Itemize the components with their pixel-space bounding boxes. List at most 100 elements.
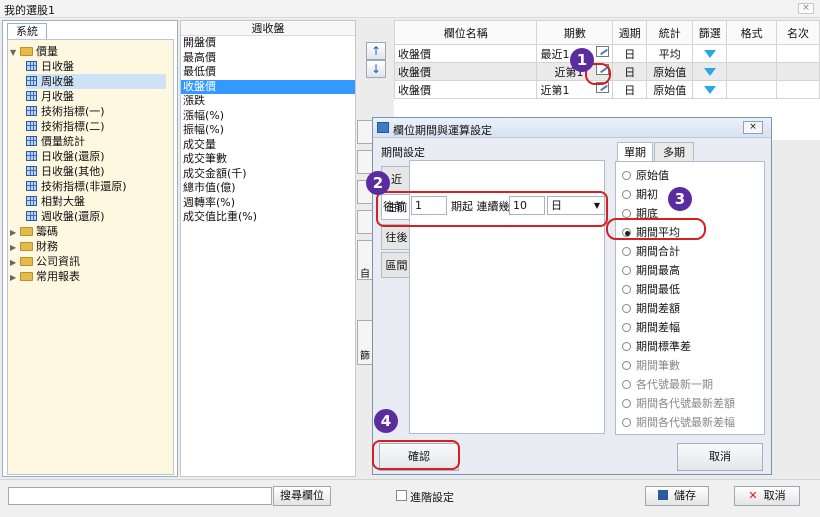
side-tab-filter[interactable]: 篩 [357, 320, 373, 365]
list-item[interactable]: 最低價 [181, 65, 355, 80]
tree-node[interactable]: ▶ 常用報表 [10, 269, 80, 284]
vtab-forward[interactable]: 往後 [381, 224, 411, 250]
header-filter[interactable]: 篩選 [692, 20, 728, 45]
header-period[interactable]: 期數 [536, 20, 614, 45]
tree-node[interactable]: 日收盤(還原) [26, 149, 166, 164]
header-format[interactable]: 格式 [726, 20, 778, 45]
list-item[interactable]: 最高價 [181, 51, 355, 66]
window-title: 我的選股1 [4, 4, 55, 17]
stat-option-radio[interactable]: 期間最高 [622, 263, 680, 278]
list-item[interactable]: 振幅(%) [181, 123, 355, 138]
tree-node[interactable]: 周收盤 [26, 74, 166, 89]
tree-node[interactable]: ▶ 公司資訊 [10, 254, 80, 269]
list-item[interactable]: 總市值(億) [181, 181, 355, 196]
tab-single-period[interactable]: 單期 [617, 142, 653, 162]
window-titlebar: 我的選股1 × [0, 0, 820, 18]
table-icon [26, 121, 37, 131]
header-rank[interactable]: 名次 [776, 20, 820, 45]
chevron-right-icon[interactable]: ▶ [10, 240, 20, 255]
table-row[interactable]: 收盤價 最近1 日 平均 [393, 44, 820, 63]
search-field-button[interactable]: 搜尋欄位 [273, 486, 331, 506]
tree-node[interactable]: 月收盤 [26, 89, 166, 104]
side-tab-blank-1[interactable] [357, 120, 373, 144]
stat-option-radio[interactable]: 原始值 [622, 168, 669, 183]
stat-option-radio[interactable]: 期間合計 [622, 244, 680, 259]
dialog-close-button[interactable]: × [743, 121, 763, 134]
annotation-badge-4: 4 [374, 409, 398, 433]
list-item[interactable]: 成交筆數 [181, 152, 355, 167]
tree-node[interactable]: 日收盤 [26, 59, 166, 74]
side-tab-blank-4[interactable] [357, 210, 373, 234]
header-cycle[interactable]: 週期 [612, 20, 648, 45]
tree-node[interactable]: ▶ 籌碼 [10, 224, 58, 239]
tree-node[interactable]: 週收盤(還原) [26, 209, 166, 224]
stat-option-radio[interactable]: 期間最低 [622, 282, 680, 297]
field-search-input[interactable] [8, 487, 272, 505]
list-item[interactable]: 週轉率(%) [181, 196, 355, 211]
tree-node[interactable]: 日收盤(其他) [26, 164, 166, 179]
header-stat[interactable]: 統計 [646, 20, 694, 45]
cancel-button[interactable]: 取消 [677, 443, 763, 471]
stat-option-radio[interactable]: 期間標準差 [622, 339, 691, 354]
category-tree-panel: 系統 ▼ 價量 日收盤 周收盤 月收盤 技術指標(一) 技術指標(二) 價量統計 日收盤(還原)… [2, 20, 178, 477]
list-item[interactable]: 成交值比重(%) [181, 210, 355, 225]
stat-option-radio[interactable]: 期初 [622, 187, 658, 202]
chevron-right-icon[interactable]: ▶ [10, 270, 20, 285]
chevron-down-icon[interactable]: ▼ [10, 45, 20, 60]
list-item[interactable]: 成交量 [181, 138, 355, 153]
window-close-button[interactable]: × [798, 3, 814, 14]
category-tree: ▼ 價量 日收盤 周收盤 月收盤 技術指標(一) 技術指標(二) 價量統計 日收盤(還原) 日收盤… [7, 39, 174, 475]
side-tab-blank-2[interactable] [357, 150, 373, 174]
side-tab-self[interactable]: 自 [357, 240, 373, 280]
tree-node[interactable]: ▶ 財務 [10, 239, 58, 254]
tree-node[interactable]: 相對大盤 [26, 194, 166, 209]
table-row[interactable]: 收盤價 近第1 日 原始值 [393, 80, 820, 99]
move-up-button[interactable]: ↑ [366, 42, 386, 60]
table-icon [26, 106, 37, 116]
tree-node-label: 月收盤 [41, 90, 74, 103]
period-settings-dialog: 欄位期間與運算設定 × 期間設定 近 往前 往後 區間 往前 1 期起 連續幾 … [372, 117, 772, 475]
cell-format[interactable] [726, 44, 778, 63]
table-icon [26, 136, 37, 146]
tab-system[interactable]: 系統 [7, 23, 47, 39]
list-item[interactable]: 收盤價 [181, 79, 355, 94]
cell-rank[interactable] [776, 44, 820, 63]
bottom-cancel-button[interactable]: ✕ 取消 [734, 486, 800, 506]
save-button[interactable]: 儲存 [645, 486, 709, 506]
chevron-right-icon[interactable]: ▶ [10, 225, 20, 240]
tree-node[interactable]: 技術指標(非還原) [26, 179, 166, 194]
stat-option-radio[interactable]: 期間差幅 [622, 320, 680, 335]
list-item[interactable]: 成交金額(千) [181, 167, 355, 182]
vtab-range[interactable]: 區間 [381, 252, 411, 278]
cell-filter[interactable] [692, 44, 728, 63]
cell-format[interactable] [726, 80, 778, 99]
move-down-button[interactable]: ↓ [366, 60, 386, 78]
cell-filter[interactable] [692, 62, 728, 81]
advanced-settings-checkbox[interactable] [396, 490, 407, 501]
tree-node[interactable]: ▼ 價量 [10, 44, 58, 59]
filter-icon[interactable] [703, 68, 716, 76]
floppy-disk-icon [658, 490, 668, 500]
tab-multi-period[interactable]: 多期 [654, 142, 694, 162]
highlight-confirm-button [372, 440, 460, 470]
chevron-right-icon[interactable]: ▶ [10, 255, 20, 270]
tree-node[interactable]: 價量統計 [26, 134, 166, 149]
cell-rank[interactable] [776, 80, 820, 99]
cell-filter[interactable] [692, 80, 728, 99]
edit-period-icon[interactable] [596, 45, 610, 57]
stat-option-label: 期間最高 [636, 264, 680, 277]
table-icon [26, 61, 37, 71]
list-item[interactable]: 開盤價 [181, 36, 355, 51]
stat-option-label: 期間合計 [636, 245, 680, 258]
list-item[interactable]: 漲幅(%) [181, 109, 355, 124]
cell-rank[interactable] [776, 62, 820, 81]
filter-icon[interactable] [703, 86, 716, 94]
tree-node[interactable]: 技術指標(一) [26, 104, 166, 119]
stat-option-label: 期間差幅 [636, 321, 680, 334]
list-item[interactable]: 漲跌 [181, 94, 355, 109]
filter-icon[interactable] [703, 50, 716, 58]
stat-option-radio[interactable]: 期間差額 [622, 301, 680, 316]
tree-node[interactable]: 技術指標(二) [26, 119, 166, 134]
header-field-name[interactable]: 欄位名稱 [393, 20, 538, 45]
cell-format[interactable] [726, 62, 778, 81]
